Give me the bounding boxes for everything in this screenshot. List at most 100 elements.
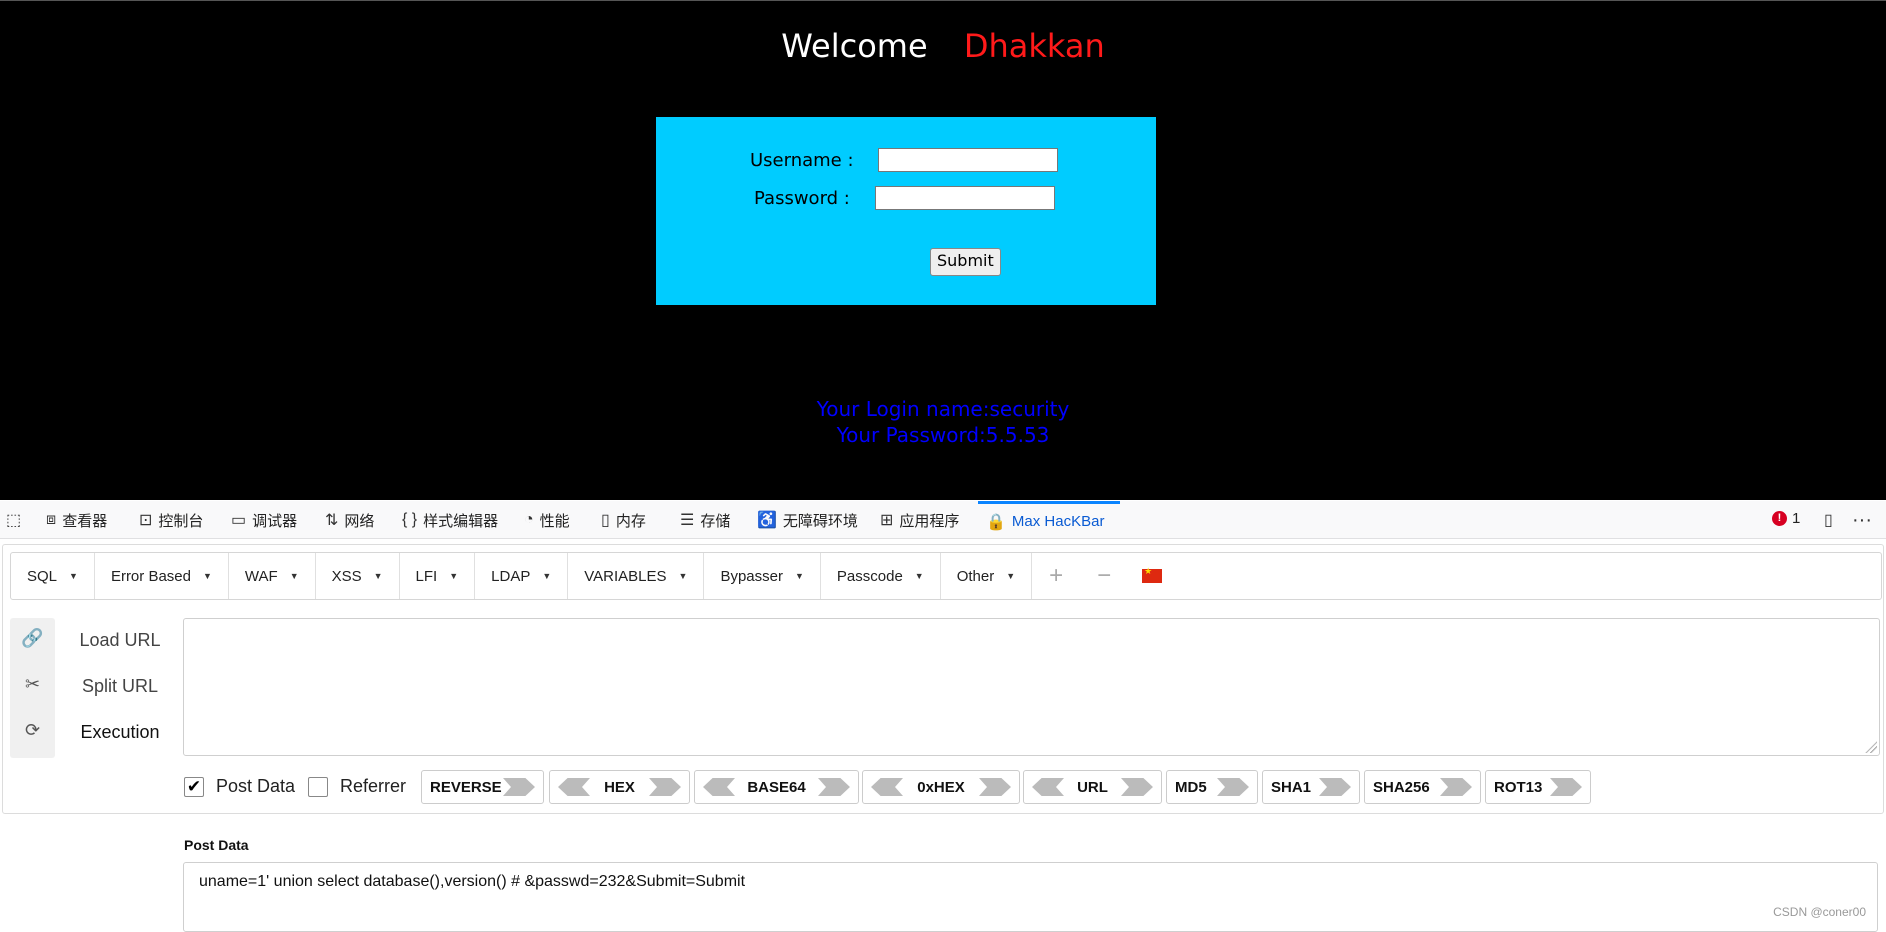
base64-button[interactable]: BASE64 <box>694 770 859 804</box>
menu-xss[interactable]: XSS ▼ <box>316 553 400 599</box>
tab-max-hackbar[interactable]: 🔒 Max HacKBar <box>978 501 1120 539</box>
referrer-checkbox[interactable] <box>308 776 328 797</box>
menu-label: Other <box>956 567 995 585</box>
tab-label: 应用程序 <box>899 512 960 530</box>
caret-down-icon: ▼ <box>69 571 78 581</box>
style-editor-icon: { } <box>402 511 418 528</box>
split-url-button[interactable]: Split URL <box>60 676 180 697</box>
menu-lfi[interactable]: LFI ▼ <box>400 553 476 599</box>
menu-label: VARIABLES <box>584 567 667 585</box>
error-icon: ! <box>1772 511 1787 526</box>
menu-label: LFI <box>415 567 438 585</box>
link-icon[interactable]: 🔗 <box>10 628 55 649</box>
menu-bypasser[interactable]: Bypasser ▼ <box>704 553 821 599</box>
responsive-design-button[interactable]: ▯ <box>1824 501 1833 539</box>
element-picker-button[interactable]: ⬚ <box>6 501 21 539</box>
inspector-icon: ⧈ <box>46 511 57 528</box>
network-icon: ⇅ <box>325 512 339 529</box>
login-form: Username : Password : Submit <box>656 117 1156 305</box>
post-data-checkbox[interactable]: ✔ <box>184 776 204 797</box>
tab-performance[interactable]: ◔ 性能 <box>524 501 570 539</box>
button-label: HEX <box>604 778 635 796</box>
url-textarea[interactable] <box>183 618 1880 756</box>
caret-down-icon: ▼ <box>542 571 552 581</box>
menu-label: Error Based <box>110 567 191 585</box>
button-label: 0xHEX <box>917 778 965 796</box>
welcome-name: Dhakkan <box>963 27 1105 65</box>
caret-down-icon: ▼ <box>794 571 804 581</box>
caret-down-icon: ▼ <box>449 571 459 581</box>
tab-label: 查看器 <box>62 512 108 530</box>
submit-button[interactable]: Submit <box>930 248 1001 276</box>
devtools-menu-button[interactable]: ··· <box>1852 501 1872 539</box>
password-input[interactable] <box>875 186 1055 210</box>
menu-sql[interactable]: SQL ▼ <box>11 553 95 599</box>
more-icon: ··· <box>1852 508 1872 531</box>
hackbar-panel: SQL ▼ Error Based ▼ WAF ▼ XSS ▼ LFI ▼ LDAP ▼ V… <box>0 540 1886 932</box>
menu-passcode[interactable]: Passcode ▼ <box>821 553 941 599</box>
tab-label: 样式编辑器 <box>423 512 499 530</box>
sha256-button[interactable]: SHA256 <box>1364 770 1481 804</box>
post-data-checkbox-label: Post Data <box>216 776 296 796</box>
tab-network[interactable]: ⇅ 网络 <box>325 501 374 539</box>
web-page: Welcome Dhakkan Username : Password : Su… <box>0 0 1886 500</box>
arrow-right-icon <box>1319 778 1351 796</box>
tab-label: 调试器 <box>252 512 298 530</box>
tab-debugger[interactable]: ▭ 调试器 <box>231 501 297 539</box>
menu-label: XSS <box>331 567 362 585</box>
rot13-button[interactable]: ROT13 <box>1485 770 1591 804</box>
menu-label: SQL <box>27 567 58 585</box>
tab-label: Max HacKBar <box>1011 513 1105 530</box>
arrow-left-icon <box>1032 778 1064 796</box>
password-label: Password : <box>754 188 850 209</box>
storage-icon: ☰ <box>680 512 695 529</box>
menu-label: LDAP <box>491 567 531 585</box>
url-encode-button[interactable]: URL <box>1023 770 1162 804</box>
button-label: SHA1 <box>1271 778 1312 796</box>
tab-style-editor[interactable]: { } 样式编辑器 <box>402 501 498 539</box>
referrer-toggle[interactable]: Referrer <box>308 776 406 797</box>
action-icon-column: 🔗 ✂ ⟳ <box>10 618 55 758</box>
tab-application[interactable]: ⊞ 应用程序 <box>880 501 959 539</box>
username-input[interactable] <box>878 148 1058 172</box>
tab-label: 内存 <box>615 512 646 530</box>
post-data-toggle[interactable]: ✔ Post Data <box>184 776 295 797</box>
scissors-icon[interactable]: ✂ <box>10 674 55 695</box>
tab-label: 控制台 <box>158 512 204 530</box>
execution-button[interactable]: Execution <box>60 722 180 743</box>
resize-grip[interactable] <box>1865 741 1877 753</box>
welcome-text: Welcome <box>781 27 928 65</box>
tab-label: 存储 <box>700 512 731 530</box>
md5-button[interactable]: MD5 <box>1166 770 1258 804</box>
plus-icon[interactable]: + <box>1032 562 1080 590</box>
menu-error-based[interactable]: Error Based ▼ <box>95 553 229 599</box>
hackbar-menubar: SQL ▼ Error Based ▼ WAF ▼ XSS ▼ LFI ▼ LDAP ▼ V… <box>10 552 1882 600</box>
caret-down-icon: ▼ <box>373 571 383 581</box>
button-label: ROT13 <box>1494 778 1543 796</box>
menu-variables[interactable]: VARIABLES ▼ <box>568 553 705 599</box>
tab-memory[interactable]: ▯ 内存 <box>601 501 646 539</box>
tab-inspector[interactable]: ⧈ 查看器 <box>46 501 107 539</box>
tab-label: 性能 <box>539 512 570 530</box>
post-data-textarea[interactable]: uname=1' union select database(),version… <box>183 862 1878 932</box>
tab-storage[interactable]: ☰ 存储 <box>680 501 730 539</box>
load-url-button[interactable]: Load URL <box>60 630 180 651</box>
menu-ldap[interactable]: LDAP ▼ <box>475 553 569 599</box>
cursor-picker-icon: ⬚ <box>6 512 22 529</box>
tab-console[interactable]: ⊡ 控制台 <box>139 501 203 539</box>
reverse-button[interactable]: REVERSE <box>421 770 544 804</box>
sha1-button[interactable]: SHA1 <box>1262 770 1360 804</box>
hex-button[interactable]: HEX <box>549 770 690 804</box>
menu-label: Bypasser <box>720 567 783 585</box>
refresh-icon[interactable]: ⟳ <box>10 720 55 741</box>
button-label: URL <box>1077 778 1108 796</box>
caret-down-icon: ▼ <box>678 571 688 581</box>
china-flag-icon[interactable] <box>1142 566 1163 583</box>
tab-accessibility[interactable]: ♿ 无障碍环境 <box>757 501 858 539</box>
menu-other[interactable]: Other ▼ <box>941 553 1033 599</box>
0xhex-button[interactable]: 0xHEX <box>862 770 1020 804</box>
menu-waf[interactable]: WAF ▼ <box>229 553 316 599</box>
minus-icon[interactable]: − <box>1080 562 1128 590</box>
error-indicator[interactable]: ! 1 <box>1772 510 1800 527</box>
arrow-right-icon <box>1217 778 1249 796</box>
